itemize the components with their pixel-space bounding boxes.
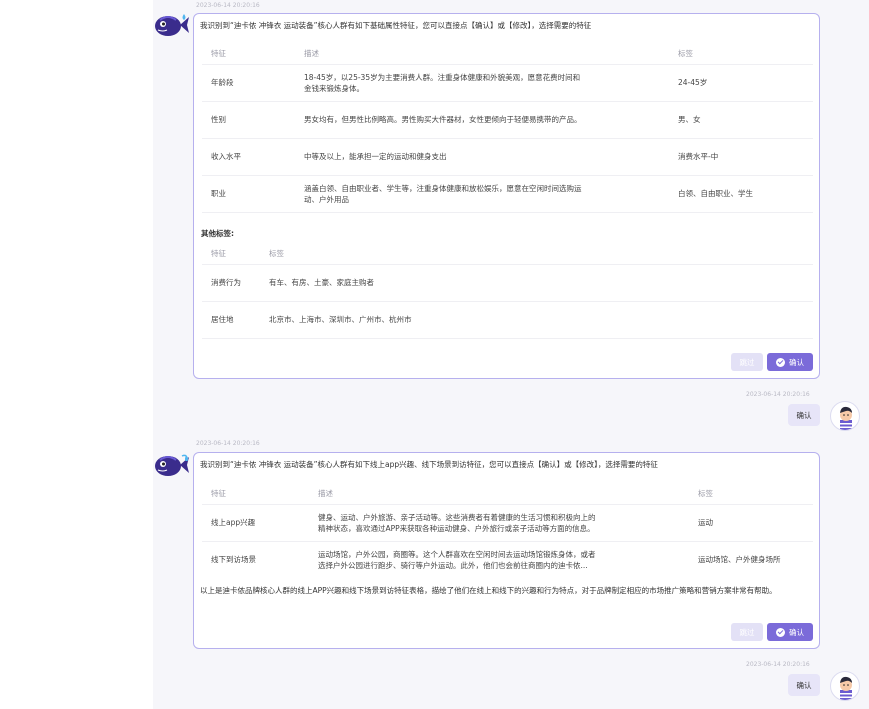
user-message: 确认 (788, 404, 820, 426)
desc-line: 运动场馆，户外公园，商圈等。这个人群喜欢在空闲时间去运动场馆锻炼身体，或者 (318, 549, 596, 559)
message-timestamp: 2023-06-14 20:20:16 (196, 440, 260, 447)
desc-cell: 运动场馆，户外公园，商圈等。这个人群喜欢在空闲时间去运动场馆锻炼身体，或者 选择户… (318, 541, 698, 578)
col-header-feature: 特征 (202, 483, 318, 505)
desc-cell: 中等及以上，能承担一定的运动和健身支出 (304, 138, 678, 176)
feature-cell: 消费行为 (202, 264, 269, 302)
desc-line: 涵盖白领、自由职业者、学生等，注重身体健康和放松娱乐，愿意在空闲时间选购运 (304, 183, 582, 193)
confirm-button[interactable]: 确认 (767, 353, 813, 371)
col-header-tag: 标签 (678, 43, 813, 65)
fish-mascot-icon (155, 454, 189, 476)
feature-cell: 年龄段 (202, 64, 304, 102)
summary-text: 以上是迪卡侬品牌核心人群的线上APP兴趣和线下场景到访特征表格，描绘了他们在线上… (200, 586, 777, 595)
tag-cell: 消费水平-中 (678, 138, 813, 176)
col-header-feature: 特征 (202, 243, 269, 265)
col-header-feature: 特征 (202, 43, 304, 65)
desc-cell: 18-45岁，以25-35岁为主要消费人群。注重身体健康和外貌美观，愿意花费时间… (304, 64, 678, 102)
table-row[interactable]: 居住地 北京市、上海市、深圳市、广州市、杭州市 (202, 301, 813, 339)
card-intro-text: 我识别到“迪卡侬 冲锋衣 运动装备”核心人群有如下基础属性特征，您可以直接点【确… (200, 21, 592, 30)
tag-cell: 男、女 (678, 101, 813, 139)
table-row[interactable]: 收入水平 中等及以上，能承担一定的运动和健身支出 消费水平-中 (202, 138, 813, 176)
tag-cell: 北京市、上海市、深圳市、广州市、杭州市 (269, 301, 813, 339)
col-header-desc: 描述 (304, 43, 678, 65)
table-row[interactable]: 职业 涵盖白领、自由职业者、学生等，注重身体健康和放松娱乐，愿意在空闲时间选购运… (202, 175, 813, 213)
table-row[interactable]: 线上app兴趣 健身、运动、户外旅游、亲子活动等。这些消费者有着健康的生活习惯和… (202, 504, 813, 542)
tag-cell: 运动场馆、户外健身场所 (698, 555, 781, 565)
table-row[interactable]: 消费行为 有车、有房、土豪、家庭主购者 (202, 264, 813, 302)
check-circle-icon (776, 357, 785, 367)
col-header-tag: 标签 (698, 483, 813, 505)
skip-button[interactable]: 跳过 (731, 623, 763, 641)
user-message: 确认 (788, 674, 820, 696)
basic-features-table: 特征 描述 标签 年龄段 18-45岁，以25-35岁为主要消费人群。注重身体健… (202, 43, 813, 213)
feature-card-basic: 我识别到“迪卡侬 冲锋衣 运动装备”核心人群有如下基础属性特征，您可以直接点【确… (193, 13, 820, 379)
skip-button[interactable]: 跳过 (731, 353, 763, 371)
feature-cell: 线上app兴趣 (202, 504, 318, 542)
user-avatar (830, 401, 860, 431)
user-avatar (830, 671, 860, 701)
desc-line: 动、户外用品 (304, 194, 349, 204)
confirm-button[interactable]: 确认 (767, 623, 813, 641)
bot-avatar (154, 12, 190, 38)
tag-cell: 有车、有房、土豪、家庭主购者 (269, 264, 813, 302)
table-row[interactable]: 年龄段 18-45岁，以25-35岁为主要消费人群。注重身体健康和外貌美观，愿意… (202, 64, 813, 102)
col-header-desc: 描述 (318, 483, 698, 505)
table-row[interactable]: 性别 男女均有，但男性比例略高。男性购买大件器材，女性更倾向于轻便易携带的产品。… (202, 101, 813, 139)
feature-card-online-offline: 我识别到“迪卡侬 冲锋衣 运动装备”核心人群有如下线上app兴趣、线下场景到访特… (193, 452, 820, 649)
desc-line: 男女均有，但男性比例略高。男性购买大件器材，女性更倾向于轻便易携带的产品。 (304, 115, 582, 124)
desc-line: 18-45岁，以25-35岁为主要消费人群。注重身体健康和外貌美观，愿意花费时间… (304, 72, 581, 82)
confirm-label: 确认 (789, 627, 804, 637)
tag-cell: 运动 (698, 504, 813, 542)
card-intro-text: 我识别到“迪卡侬 冲锋衣 运动装备”核心人群有如下线上app兴趣、线下场景到访特… (200, 460, 658, 469)
message-timestamp: 2023-06-14 20:20:16 (196, 2, 260, 9)
feature-cell: 居住地 (202, 301, 269, 339)
desc-cell: 涵盖白领、自由职业者、学生等，注重身体健康和放松娱乐，愿意在空闲时间选购运 动、户… (304, 175, 678, 213)
fish-mascot-icon (155, 14, 189, 36)
desc-cell: 男女均有，但男性比例略高。男性购买大件器材，女性更倾向于轻便易携带的产品。 (304, 101, 678, 139)
feature-cell: 线下到访场景 (211, 555, 256, 565)
bot-avatar (154, 452, 190, 478)
table-row[interactable]: 线下到访场景 运动场馆，户外公园，商圈等。这个人群喜欢在空闲时间去运动场馆锻炼身… (202, 541, 813, 578)
tag-cell: 白领、自由职业、学生 (678, 175, 813, 213)
other-tags-title: 其他标签: (201, 229, 234, 238)
desc-cell: 健身、运动、户外旅游、亲子活动等。这些消费者有着健康的生活习惯和积极向上的 精神状… (318, 504, 698, 542)
tag-cell: 24-45岁 (678, 64, 813, 102)
confirm-label: 确认 (789, 357, 804, 367)
desc-line: 中等及以上，能承担一定的运动和健身支出 (304, 152, 447, 161)
desc-line: 金钱来锻炼身体。 (304, 83, 364, 93)
message-timestamp: 2023-06-14 20:20:16 (746, 661, 810, 668)
desc-line: 健身、运动、户外旅游、亲子活动等。这些消费者有着健康的生活习惯和积极向上的 (318, 512, 596, 522)
feature-cell: 收入水平 (202, 138, 304, 176)
interest-features-table: 特征 描述 标签 线上app兴趣 健身、运动、户外旅游、亲子活动等。这些消费者有… (202, 483, 813, 578)
col-header-tag: 标签 (269, 243, 813, 265)
desc-line: 选择户外公园进行跑步、骑行等户外运动。此外，他们也会前往商圈内的迪卡侬... (318, 560, 588, 570)
feature-cell: 职业 (202, 175, 304, 213)
message-timestamp: 2023-06-14 20:20:16 (746, 391, 810, 398)
desc-line: 精神状态，喜欢通过APP来获取各种运动健身、户外旅行或亲子活动等方面的信息。 (318, 523, 595, 533)
left-panel (0, 0, 153, 709)
feature-cell: 性别 (202, 101, 304, 139)
other-tags-table: 特征 标签 消费行为 有车、有房、土豪、家庭主购者 居住地 北京市、上海市、深圳… (202, 243, 813, 339)
check-circle-icon (776, 627, 785, 637)
